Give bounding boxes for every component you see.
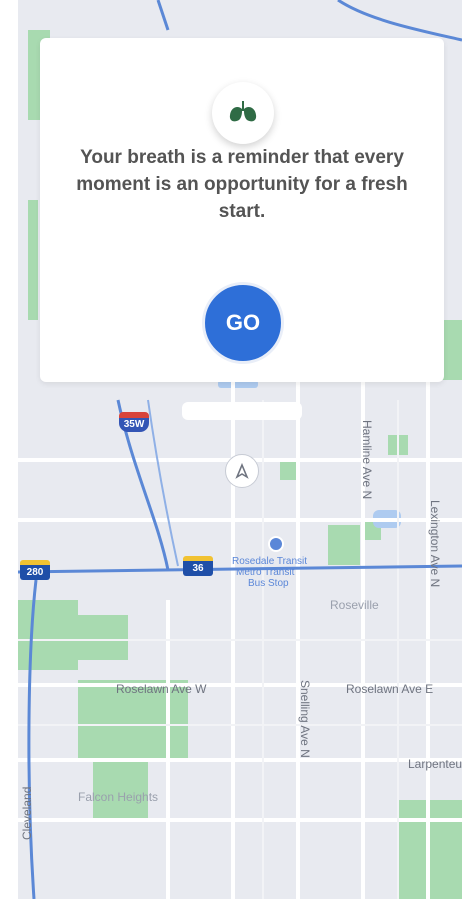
transit-pin-icon[interactable] <box>268 536 284 552</box>
highway-shield-east: 36 <box>183 556 213 576</box>
street-label-roselawn-e: Roselawn Ave E <box>346 682 434 696</box>
street-label-snelling: Snelling Ave N <box>298 680 312 758</box>
area-label-roseville: Roseville <box>330 598 379 612</box>
breath-quote-text: Your breath is a reminder that every mom… <box>76 147 408 222</box>
street-label-lexington: Lexington Ave N <box>428 500 442 588</box>
neighborhood-label: Falcon Heights <box>78 790 159 804</box>
poi-label-line3: Bus Stop <box>248 578 289 589</box>
street-label-hamline: Hamline Ave N <box>360 420 374 500</box>
breath-prompt-card: Your breath is a reminder that every mom… <box>40 38 444 382</box>
search-pill[interactable] <box>182 402 302 420</box>
navigation-arrow-icon[interactable] <box>225 454 259 488</box>
poi-label-line2: Metro Transit <box>236 567 295 578</box>
lungs-icon <box>212 82 274 144</box>
interstate-shield: 35W <box>119 412 149 432</box>
poi-label-line1: Rosedale Transit <box>232 556 308 567</box>
street-label-cleveland: Cleveland <box>20 786 34 840</box>
street-label-roselawn-w: Roselawn Ave W <box>116 682 207 696</box>
go-button[interactable]: GO <box>202 282 284 364</box>
street-label-larpenteur: Larpenteur <box>408 757 462 771</box>
highway-shield-west: 280 <box>20 560 50 580</box>
app-screen: 35W 280 36 Rosedale Transit Metro Transi… <box>0 0 462 899</box>
